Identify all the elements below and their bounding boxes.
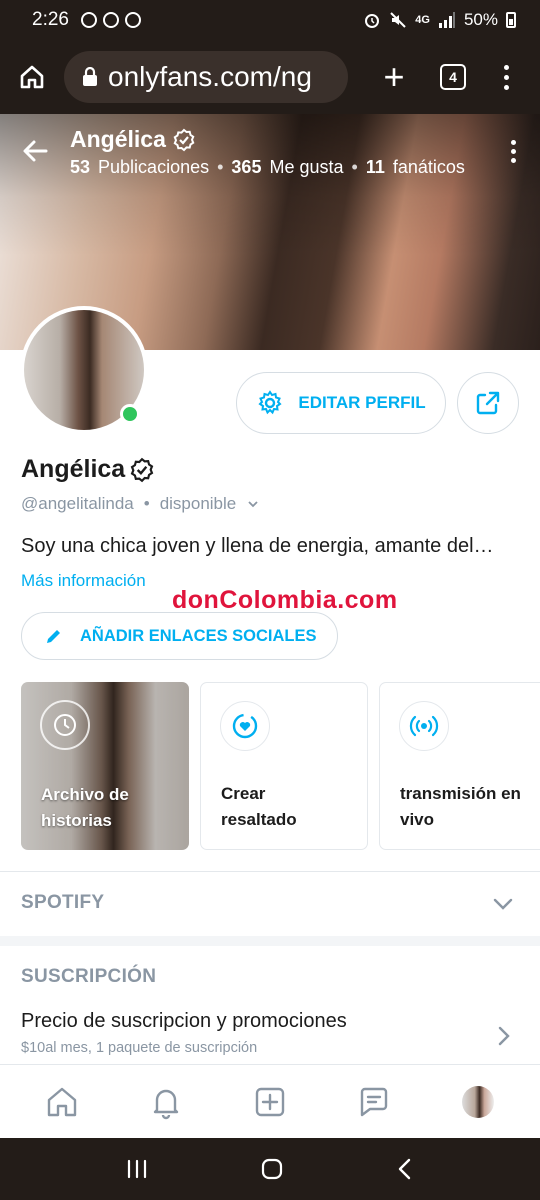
mute-icon bbox=[390, 12, 406, 28]
chevron-down-icon[interactable] bbox=[492, 894, 514, 914]
posts-label: Publicaciones bbox=[98, 157, 210, 177]
spotify-section-header[interactable]: SPOTIFY bbox=[21, 892, 104, 914]
profile-name: Angélica bbox=[21, 455, 155, 484]
profile-bio: Soy una chica joven y llena de energia, … bbox=[21, 535, 494, 557]
profile-stats: 53 Publicaciones • 365 Me gusta • 11 fan… bbox=[70, 157, 465, 177]
chrome-notification-icon bbox=[80, 12, 97, 28]
status-bar: 2:26 4G 50% bbox=[0, 0, 540, 40]
gear-icon bbox=[258, 390, 282, 415]
back-arrow-icon[interactable] bbox=[20, 136, 50, 166]
fans-count: 11 bbox=[365, 157, 385, 177]
online-indicator bbox=[120, 404, 140, 424]
status-time: 2:26 bbox=[32, 9, 69, 30]
cover-profile-name: Angélica bbox=[70, 126, 196, 153]
add-social-links-label: AÑADIR ENLACES SOCIALES bbox=[80, 626, 317, 645]
battery-percent: 50% bbox=[463, 10, 498, 29]
verified-icon bbox=[130, 457, 154, 482]
browser-toolbar: onlyfans.com/ng + 4 bbox=[0, 40, 540, 114]
profile-handle-row: @angelitalinda • disponible bbox=[21, 494, 260, 514]
lock-icon bbox=[83, 67, 97, 86]
watermark: donColombia.com bbox=[172, 586, 398, 615]
new-tab-button[interactable]: + bbox=[376, 56, 412, 98]
avatar[interactable] bbox=[20, 306, 148, 434]
clock-history-icon bbox=[40, 700, 90, 750]
username: @angelitalinda bbox=[21, 494, 134, 513]
nav-home-button[interactable] bbox=[39, 1079, 85, 1125]
story-archive-card[interactable]: Archivo de historias bbox=[21, 682, 189, 850]
watermark-text: donColombia.com bbox=[172, 586, 398, 614]
bell-icon bbox=[153, 1089, 179, 1119]
chevron-down-icon[interactable] bbox=[246, 497, 260, 511]
fans-label: fanáticos bbox=[392, 157, 465, 177]
home-icon bbox=[47, 1087, 77, 1116]
home-icon bbox=[20, 65, 44, 89]
network-type: 4G bbox=[415, 14, 430, 26]
nav-notifications-button[interactable] bbox=[143, 1079, 189, 1125]
create-highlight-card[interactable]: Crear resaltado bbox=[200, 682, 368, 850]
home-button-icon[interactable] bbox=[260, 1157, 284, 1181]
likes-label: Me gusta bbox=[269, 157, 344, 177]
nav-add-post-button[interactable] bbox=[247, 1079, 293, 1125]
verified-icon bbox=[173, 128, 195, 151]
back-icon[interactable] bbox=[395, 1157, 415, 1181]
availability-status[interactable]: disponible bbox=[160, 494, 237, 514]
share-button[interactable] bbox=[457, 372, 519, 434]
share-icon bbox=[476, 391, 500, 415]
plus-square-icon bbox=[255, 1087, 285, 1116]
subscription-price-desc: $10al mes, 1 paquete de suscripción bbox=[21, 1040, 258, 1056]
subscription-section-header: SUSCRIPCIÓN bbox=[21, 966, 157, 987]
broadcast-icon bbox=[399, 701, 449, 751]
alarm-icon bbox=[365, 14, 380, 28]
signal-icon bbox=[438, 12, 455, 28]
subscription-price-title[interactable]: Precio de suscripcion y promociones bbox=[21, 1010, 347, 1033]
live-stream-card[interactable]: transmisión en vivo bbox=[379, 682, 540, 850]
highlights-row: Archivo de historias Crear resaltado tra… bbox=[21, 682, 540, 850]
edit-profile-button[interactable]: EDITAR PERFIL bbox=[236, 372, 446, 434]
system-navigation-bar bbox=[0, 1138, 540, 1200]
cloud-notification-icon bbox=[124, 12, 141, 28]
battery-icon bbox=[506, 12, 516, 28]
address-bar[interactable]: onlyfans.com/ng bbox=[64, 51, 348, 103]
chevron-right-icon[interactable] bbox=[496, 1024, 512, 1048]
live-stream-label: transmisión en vivo bbox=[400, 784, 521, 829]
notification-icons bbox=[80, 12, 141, 28]
recent-apps-icon[interactable] bbox=[125, 1158, 149, 1180]
nav-messages-button[interactable] bbox=[351, 1079, 397, 1125]
section-divider bbox=[0, 936, 540, 946]
pencil-icon bbox=[47, 630, 60, 643]
messenger-notification-icon bbox=[102, 12, 119, 28]
url-text: onlyfans.com/ng bbox=[108, 61, 312, 92]
tab-switcher-button[interactable]: 4 bbox=[440, 64, 466, 90]
browser-home-button[interactable] bbox=[14, 59, 50, 95]
nav-profile-button[interactable] bbox=[455, 1079, 501, 1125]
chat-icon bbox=[360, 1087, 388, 1116]
heart-circle-icon bbox=[220, 701, 270, 751]
browser-menu-button[interactable] bbox=[504, 64, 509, 90]
edit-profile-label: EDITAR PERFIL bbox=[298, 393, 426, 412]
posts-count: 53 bbox=[70, 157, 91, 177]
bottom-navigation bbox=[0, 1064, 540, 1138]
likes-count: 365 bbox=[231, 157, 262, 177]
avatar bbox=[462, 1085, 494, 1118]
story-archive-label: Archivo de historias bbox=[41, 785, 129, 830]
create-highlight-label: Crear resaltado bbox=[221, 784, 297, 829]
add-social-links-button[interactable]: AÑADIR ENLACES SOCIALES bbox=[21, 612, 338, 660]
profile-more-button[interactable] bbox=[511, 140, 516, 163]
more-info-link[interactable]: Más información bbox=[21, 571, 146, 591]
